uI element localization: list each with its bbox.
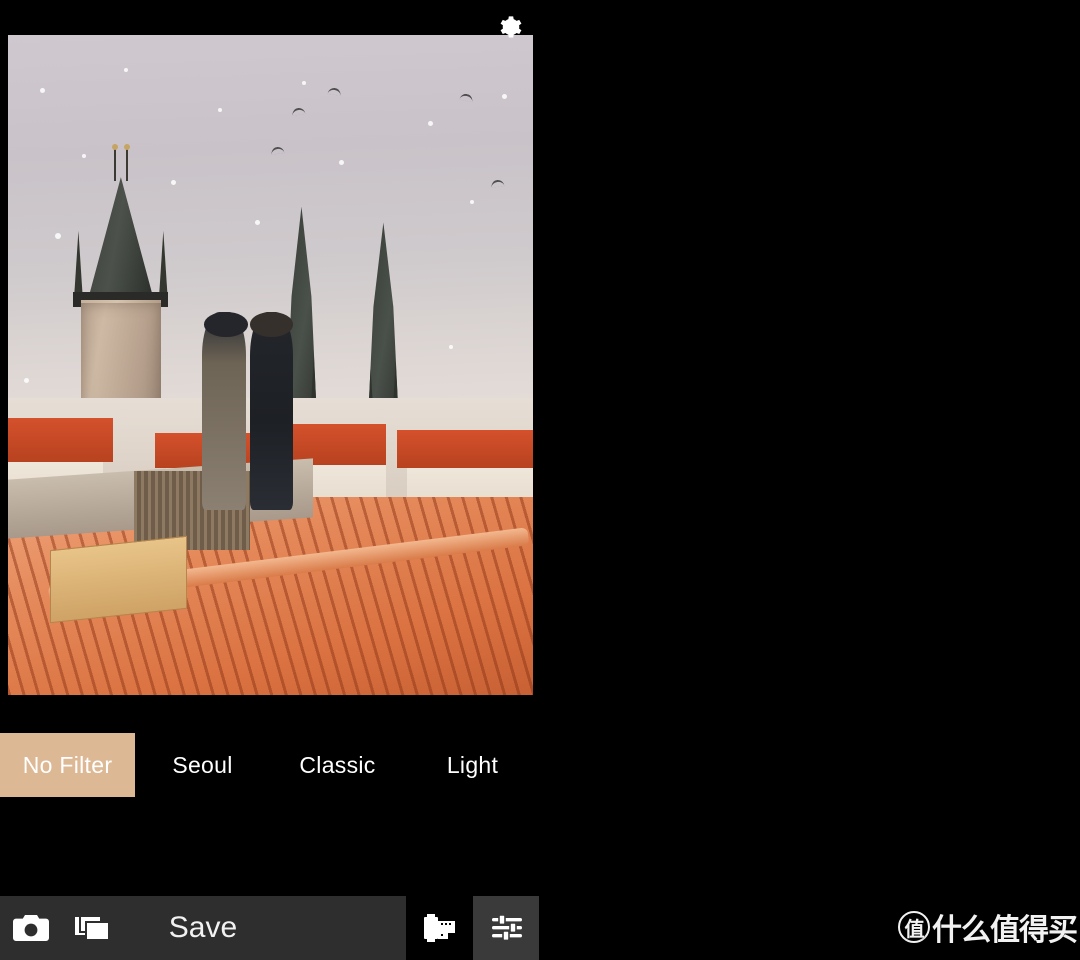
tab-label: Seoul [172, 751, 233, 778]
tab-label: Light [446, 751, 499, 778]
wooden-table [50, 536, 187, 623]
gear-icon [500, 16, 522, 38]
tab-label: No Filter [22, 751, 113, 778]
camera-button[interactable] [0, 896, 62, 960]
left-bottom-toolbar: Save [0, 896, 540, 960]
tab-light[interactable]: Light [405, 733, 540, 797]
tab-classic[interactable]: Classic [270, 733, 405, 797]
couple-subject [202, 312, 297, 511]
tab-seoul[interactable]: Seoul [135, 733, 270, 797]
tab-label: Classic [299, 751, 376, 778]
left-panel: No Filter Seoul Classic Light Save [0, 0, 540, 960]
app-screen: No Filter Seoul Classic Light Save 值 什么值… [0, 0, 1080, 960]
film-roll-icon [423, 914, 455, 942]
film-roll-button[interactable] [406, 896, 473, 960]
settings-gear-button[interactable] [492, 10, 526, 44]
save-bar[interactable]: Save [0, 896, 406, 960]
adjust-sliders-button[interactable] [473, 896, 540, 960]
left-filter-tabs: No Filter Seoul Classic Light [0, 733, 540, 797]
left-photo-preview[interactable] [8, 35, 533, 695]
gallery-stack-icon [75, 915, 110, 941]
gallery-button[interactable] [62, 896, 124, 960]
tab-no-filter[interactable]: No Filter [0, 733, 135, 797]
sliders-icon [491, 914, 522, 942]
right-panel: No Filter Seoul Classic Light 01 02 [540, 0, 1080, 960]
camera-icon [13, 915, 49, 941]
panel-divider [539, 0, 541, 960]
